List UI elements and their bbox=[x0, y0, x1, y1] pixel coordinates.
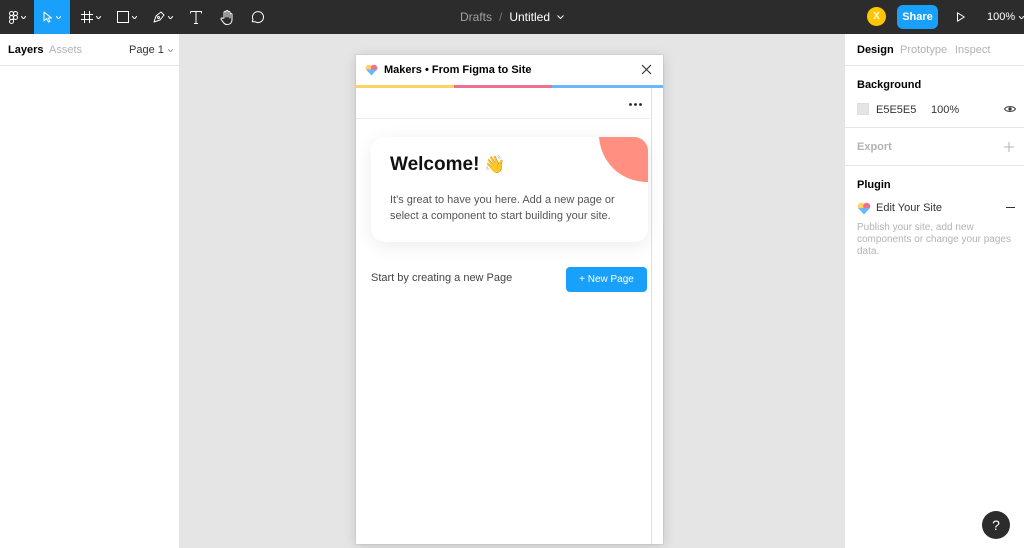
more-options-button[interactable] bbox=[623, 95, 647, 113]
background-title: Background bbox=[857, 79, 922, 91]
tab-layers[interactable]: Layers bbox=[8, 44, 43, 56]
makers-logo-icon bbox=[365, 64, 378, 76]
waving-hand-icon: 👋 bbox=[484, 155, 506, 174]
eye-icon[interactable] bbox=[1004, 105, 1016, 113]
ellipsis-icon bbox=[628, 102, 642, 106]
text-tool-button[interactable] bbox=[186, 0, 206, 34]
chevron-down-icon[interactable] bbox=[557, 15, 564, 19]
chevron-down-icon bbox=[168, 15, 173, 19]
pen-tool-button[interactable] bbox=[148, 0, 178, 34]
tab-assets[interactable]: Assets bbox=[49, 44, 82, 56]
hand-tool-button[interactable] bbox=[216, 0, 238, 34]
new-page-button[interactable]: + New Page bbox=[566, 267, 647, 292]
tab-inspect[interactable]: Inspect bbox=[955, 44, 990, 56]
plugin-toolbar bbox=[356, 88, 652, 119]
text-t-icon bbox=[190, 10, 202, 24]
right-panel-tabs: Design Prototype Inspect bbox=[845, 34, 1024, 66]
background-color-swatch[interactable] bbox=[857, 103, 869, 115]
play-icon bbox=[957, 12, 965, 22]
plugin-scrollbar[interactable] bbox=[651, 88, 652, 544]
frame-tool-button[interactable] bbox=[76, 0, 106, 34]
welcome-title: Welcome! bbox=[390, 154, 480, 175]
shape-tool-button[interactable] bbox=[112, 0, 142, 34]
chevron-down-icon bbox=[96, 15, 101, 19]
tab-design[interactable]: Design bbox=[857, 44, 894, 56]
start-hint: Start by creating a new Page bbox=[371, 272, 513, 284]
plugin-name[interactable]: Edit Your Site bbox=[876, 202, 942, 214]
decorative-blob bbox=[599, 137, 648, 182]
pen-icon bbox=[153, 11, 165, 23]
chevron-down-icon bbox=[56, 15, 61, 19]
background-section: Background E5E5E5 100% bbox=[845, 66, 1024, 128]
welcome-heading: Welcome! 👋 bbox=[390, 154, 506, 176]
plugin-section: Plugin Edit Your Site Publish your site,… bbox=[845, 166, 1024, 276]
hand-icon bbox=[220, 9, 233, 25]
tab-prototype[interactable]: Prototype bbox=[900, 44, 947, 56]
minus-icon[interactable] bbox=[1006, 207, 1015, 208]
welcome-body: It's great to have you here. Add a new p… bbox=[390, 194, 615, 222]
avatar[interactable]: X bbox=[867, 7, 886, 26]
left-panel-tabs: Layers Assets Page 1 bbox=[0, 34, 179, 66]
makers-logo-icon bbox=[857, 202, 871, 215]
file-name[interactable]: Untitled bbox=[509, 10, 550, 24]
cursor-arrow-icon bbox=[43, 11, 52, 23]
plugin-window: Makers • From Figma to Site Welcome! 👋 I… bbox=[356, 55, 663, 544]
chevron-down-icon bbox=[20, 15, 26, 19]
plugin-description: Publish your site, add new components or… bbox=[857, 222, 1011, 257]
zoom-dropdown[interactable]: 100% bbox=[987, 0, 1024, 34]
background-opacity[interactable]: 100% bbox=[931, 104, 959, 116]
zoom-level: 100% bbox=[987, 11, 1016, 23]
plugin-title: Plugin bbox=[857, 179, 891, 191]
properties-panel: Design Prototype Inspect Background E5E5… bbox=[844, 34, 1024, 548]
welcome-card: Welcome! 👋 It's great to have you here. … bbox=[371, 137, 648, 242]
frame-hash-icon bbox=[81, 11, 93, 23]
comment-tool-button[interactable] bbox=[246, 0, 268, 34]
figma-logo-icon bbox=[8, 10, 18, 24]
breadcrumb-folder[interactable]: Drafts bbox=[460, 10, 492, 24]
background-hex-value[interactable]: E5E5E5 bbox=[876, 104, 916, 116]
chevron-down-icon bbox=[132, 15, 137, 19]
chevron-down-icon bbox=[1019, 15, 1024, 19]
page-selector-label: Page 1 bbox=[129, 44, 164, 56]
present-button[interactable] bbox=[952, 0, 970, 34]
add-export-icon[interactable] bbox=[1004, 142, 1014, 152]
close-icon[interactable] bbox=[641, 64, 652, 75]
plugin-window-title: Makers • From Figma to Site bbox=[384, 64, 532, 76]
rectangle-icon bbox=[117, 11, 129, 23]
export-title: Export bbox=[857, 141, 892, 153]
share-button[interactable]: Share bbox=[897, 5, 938, 29]
main-menu-button[interactable] bbox=[0, 0, 34, 34]
top-toolbar: Drafts / Untitled X Share 100% bbox=[0, 0, 1024, 34]
page-selector[interactable]: Page 1 bbox=[129, 44, 173, 56]
breadcrumb-separator: / bbox=[498, 10, 503, 24]
help-button[interactable]: ? bbox=[982, 511, 1010, 539]
chevron-down-icon bbox=[167, 48, 173, 52]
move-tool-button[interactable] bbox=[34, 0, 70, 34]
layers-panel: Layers Assets Page 1 bbox=[0, 34, 180, 548]
comment-bubble-icon bbox=[251, 11, 264, 24]
export-section: Export bbox=[845, 128, 1024, 166]
plugin-window-header[interactable]: Makers • From Figma to Site bbox=[356, 55, 663, 85]
